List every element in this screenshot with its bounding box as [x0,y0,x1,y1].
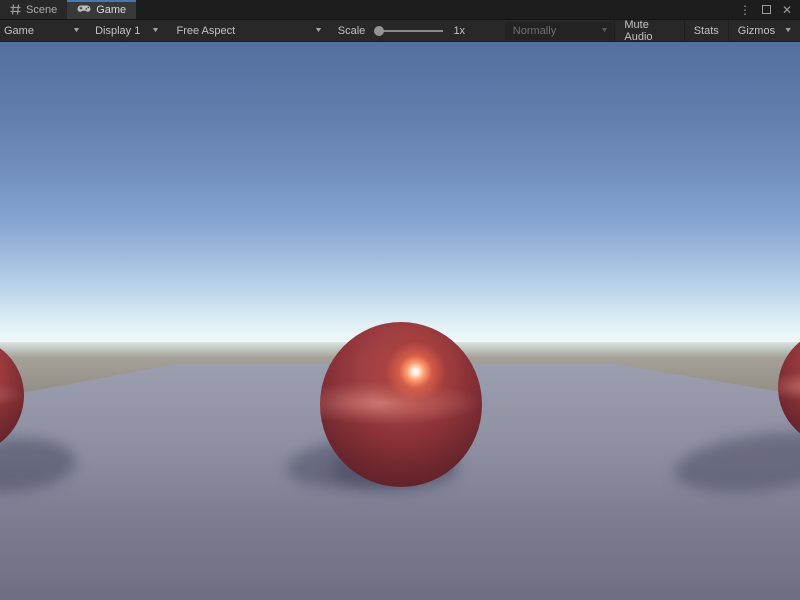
scene-grid-icon [10,4,21,15]
chevron-down-icon: ▼ [314,27,323,34]
mute-audio-button[interactable]: Mute Audio [614,20,683,42]
unity-game-panel: Scene Game ⋮ ✕ Game ▼ [0,0,800,600]
display-target-dropdown[interactable]: Game ▼ [0,20,86,42]
scale-value: 1x [453,25,478,37]
tab-bar: Scene Game ⋮ ✕ [0,0,800,20]
aspect-ratio-dropdown[interactable]: Free Aspect ▼ [164,20,327,42]
maximize-icon[interactable] [759,3,773,17]
toolbar-right-group: Mute Audio Stats Gizmos ▼ [614,20,800,42]
tab-game-label: Game [96,4,126,16]
mute-audio-label: Mute Audio [624,19,674,43]
tab-scene[interactable]: Scene [0,0,67,19]
center-red-sphere [320,322,482,487]
scale-slider-track [377,30,443,32]
chevron-down-icon: ▼ [784,27,796,34]
enter-play-mode-dropdown: Normally ▼ [505,22,615,40]
scale-slider[interactable] [373,20,447,42]
tab-game[interactable]: Game [67,0,136,19]
kebab-menu-icon[interactable]: ⋮ [738,3,752,17]
gizmos-label: Gizmos [738,25,775,37]
chevron-down-icon: ▼ [150,27,159,34]
game-view-toolbar: Game ▼ Display 1 ▼ Free Aspect ▼ Scale 1… [0,20,800,42]
close-icon[interactable]: ✕ [780,3,794,17]
scale-slider-knob[interactable] [374,26,384,36]
sky-gradient [0,42,800,344]
window-controls: ⋮ ✕ [738,0,800,19]
gizmos-dropdown[interactable]: Gizmos ▼ [728,20,800,42]
chevron-down-icon: ▼ [72,27,81,34]
display-label: Display 1 [95,25,140,37]
stats-button[interactable]: Stats [684,20,728,42]
aspect-ratio-label: Free Aspect [176,25,235,37]
tab-scene-label: Scene [26,4,57,16]
game-viewport[interactable] [0,42,800,600]
scale-label: Scale [338,25,366,37]
stats-label: Stats [694,25,719,37]
gamepad-icon [77,5,91,14]
enter-play-mode-label: Normally [513,25,556,37]
display-target-label: Game [4,25,34,37]
tab-bar-spacer [136,0,738,19]
chevron-down-icon: ▼ [600,27,609,34]
display-dropdown[interactable]: Display 1 ▼ [86,20,164,42]
